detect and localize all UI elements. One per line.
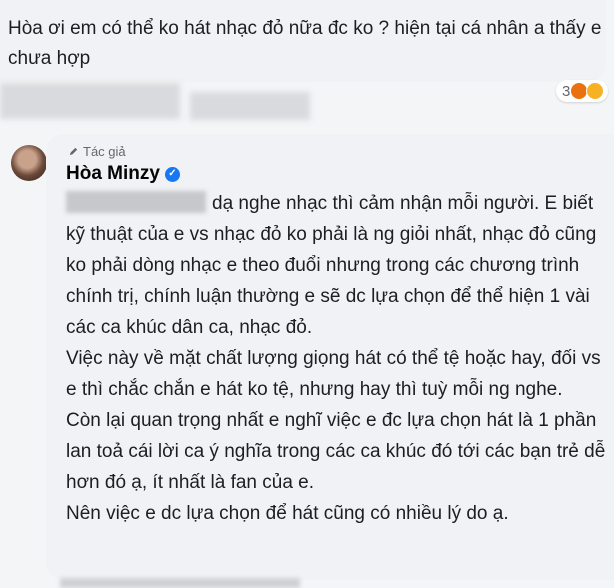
avatar[interactable]: [11, 145, 47, 181]
blurred-action-bar: [60, 578, 300, 588]
top-comment-bubble: Hòa ơi em có thể ko hát nhạc đỏ nữa đc k…: [0, 0, 606, 82]
blurred-action-bar: [190, 92, 310, 120]
top-comment-text: Hòa ơi em có thể ko hát nhạc đỏ nữa đc k…: [8, 18, 602, 69]
author-name[interactable]: Hòa Minzy: [66, 163, 160, 185]
author-name-row[interactable]: Hòa Minzy ✓: [66, 163, 180, 185]
reply-paragraph: Việc này về mặt chất lượng giọng hát có …: [66, 348, 601, 400]
reply-paragraph: Nên việc e dc lựa chọn để hát cũng có nh…: [66, 503, 509, 524]
pencil-icon: [69, 147, 78, 156]
reaction-count: 3: [562, 82, 571, 100]
reply-text: dạ nghe nhạc thì cảm nhận mỗi người. E b…: [66, 188, 606, 529]
reply-paragraph: Còn lại quan trọng nhất e nghĩ việc e đc…: [66, 410, 606, 493]
author-tag: Tác giả: [68, 144, 126, 159]
haha-emoji-icon: [586, 82, 605, 100]
author-tag-label: Tác giả: [83, 144, 126, 159]
reaction-summary[interactable]: 3: [556, 80, 609, 102]
reply-paragraph: dạ nghe nhạc thì cảm nhận mỗi người. E b…: [66, 193, 597, 338]
redacted-mention: [66, 191, 206, 213]
verified-badge-icon: ✓: [164, 166, 180, 182]
blurred-action-bar: [0, 83, 180, 119]
